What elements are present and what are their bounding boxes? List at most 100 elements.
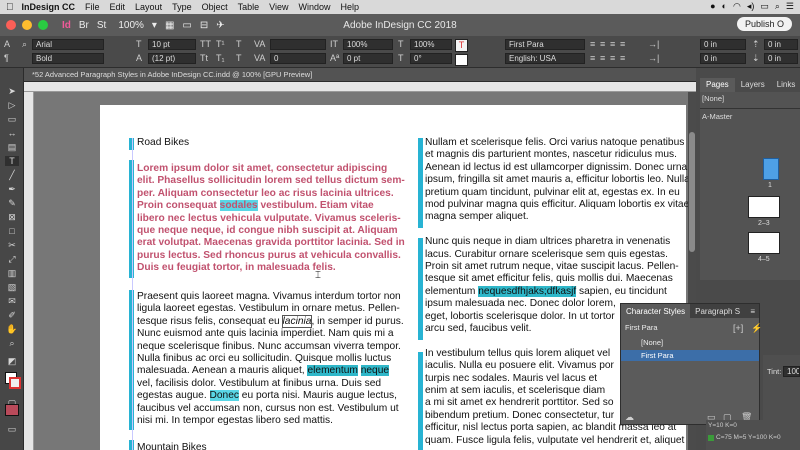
font-style-field[interactable]: Bold [32, 53, 104, 64]
document-tab[interactable]: *52 Advanced Paragraph Styles in Adobe I… [24, 68, 696, 82]
new-style-icon[interactable]: [+] [733, 323, 743, 333]
align-left-icon[interactable]: ≡ [590, 39, 595, 49]
align-spine-icon[interactable]: ≡ [620, 53, 625, 63]
scissors-tool-icon[interactable]: ✂ [5, 240, 19, 250]
skew-field[interactable]: 0° [410, 53, 452, 64]
style-first-para[interactable]: First Para [621, 350, 759, 361]
pen-tool-icon[interactable]: ✒ [5, 184, 19, 194]
gap-tool-icon[interactable]: ↔ [5, 128, 19, 138]
menu-edit[interactable]: Edit [110, 2, 126, 12]
menu-help[interactable]: Help [341, 2, 360, 12]
justify-left-icon[interactable]: ≡ [590, 53, 595, 63]
a-master[interactable]: A-Master [702, 112, 732, 121]
selection-tool-icon[interactable]: ➤ [5, 86, 19, 96]
battery-icon[interactable]: ▭ [760, 1, 769, 12]
line-tool-icon[interactable]: ╱ [5, 170, 19, 180]
clear-override-icon[interactable]: ⚡ [751, 323, 762, 333]
minimize-icon[interactable] [22, 20, 32, 30]
view-mode-icon[interactable]: ▭ [5, 424, 19, 434]
hand-tool-icon[interactable]: ✋ [5, 324, 19, 334]
panel-menu-icon[interactable]: ≡ [746, 304, 759, 318]
close-icon[interactable] [6, 20, 16, 30]
tint-field[interactable]: 100 [783, 366, 800, 377]
vertical-scale-field[interactable]: 100% [343, 39, 393, 50]
menu-layout[interactable]: Layout [135, 2, 162, 12]
spread-4-5-thumbnail[interactable] [748, 232, 780, 254]
note-tool-icon[interactable]: ✉ [5, 296, 19, 306]
swatch-yellow[interactable]: Y=10 K=0 [708, 422, 737, 429]
first-line-indent-field[interactable]: 0 in [700, 53, 746, 64]
menu-file[interactable]: File [85, 2, 100, 12]
screen-mode-icon[interactable]: ▭ [182, 20, 191, 31]
menu-window[interactable]: Window [298, 2, 330, 12]
menu-list-icon[interactable]: ☰ [786, 1, 794, 12]
direct-selection-tool-icon[interactable]: ▷ [5, 100, 19, 110]
small-caps-icon[interactable]: Tt [200, 53, 208, 63]
font-family-field[interactable]: Arial [32, 39, 104, 50]
justify-center-icon[interactable]: ≡ [600, 53, 605, 63]
menu-table[interactable]: Table [238, 2, 260, 12]
justify-all-icon[interactable]: ≡ [610, 53, 615, 63]
gpu-icon[interactable]: ✈ [216, 20, 224, 31]
pencil-tool-icon[interactable]: ✎ [5, 198, 19, 208]
text-fill-swatch[interactable]: T [455, 39, 468, 52]
page-tool-icon[interactable]: ▭ [5, 114, 19, 124]
all-caps-icon[interactable]: TT [200, 39, 211, 49]
tab-layers[interactable]: Layers [735, 78, 771, 92]
leading-field[interactable]: (12 pt) [148, 53, 196, 64]
paragraph-formatting-icon[interactable]: ¶ [4, 53, 9, 63]
paragraph-style-dropdown[interactable]: First Para [505, 39, 585, 50]
left-indent-field[interactable]: 0 in [700, 39, 746, 50]
justify-icon[interactable]: ≡ [620, 39, 625, 49]
swatch-green[interactable]: C=75 M=5 Y=100 K=0 [708, 434, 781, 441]
strikethrough-icon[interactable]: T [236, 53, 242, 63]
spread-2-3-thumbnail[interactable] [748, 196, 780, 218]
menu-view[interactable]: View [269, 2, 288, 12]
default-fill-stroke-icon[interactable]: ◩ [5, 356, 19, 366]
status-icon[interactable]: ◐ [722, 1, 727, 12]
tracking-field[interactable]: 0 [270, 53, 326, 64]
style-none[interactable]: [None] [621, 337, 759, 348]
apply-color-icon[interactable] [5, 404, 19, 416]
underline-icon[interactable]: T [236, 39, 242, 49]
menu-type[interactable]: Type [172, 2, 192, 12]
search-icon[interactable]: ⌕ [775, 1, 780, 12]
space-after-field[interactable]: 0 in [764, 53, 798, 64]
stock-icon[interactable]: St [97, 20, 106, 31]
eyedropper-tool-icon[interactable]: ✐ [5, 310, 19, 320]
stroke-swatch[interactable] [9, 377, 21, 389]
maximize-icon[interactable] [38, 20, 48, 30]
font-size-field[interactable]: 10 pt [148, 39, 196, 50]
rectangle-frame-tool-icon[interactable]: ⊠ [5, 212, 19, 222]
kerning-field[interactable] [270, 39, 326, 50]
align-center-icon[interactable]: ≡ [600, 39, 605, 49]
type-tool-icon[interactable]: T [5, 156, 19, 166]
language-dropdown[interactable]: English: USA [505, 53, 585, 64]
scrollbar-thumb[interactable] [689, 132, 695, 252]
tab-character-styles[interactable]: Character Styles [621, 304, 691, 318]
arrange-icon[interactable]: ⊟ [200, 20, 208, 31]
status-icon[interactable]: ● [710, 1, 715, 12]
vertical-ruler[interactable] [24, 92, 34, 450]
volume-icon[interactable]: ◂) [747, 1, 755, 12]
horizontal-scale-field[interactable]: 100% [410, 39, 452, 50]
character-formatting-icon[interactable]: A [4, 39, 10, 49]
align-right-icon[interactable]: ≡ [610, 39, 615, 49]
gradient-feather-tool-icon[interactable]: ▧ [5, 282, 19, 292]
bridge-icon[interactable]: Br [79, 20, 89, 31]
free-transform-tool-icon[interactable]: ⤢ [5, 254, 19, 264]
tab-links[interactable]: Links [771, 78, 800, 92]
menu-object[interactable]: Object [202, 2, 228, 12]
gradient-tool-icon[interactable]: ▥ [5, 268, 19, 278]
tab-paragraph-styles[interactable]: Paragraph S [690, 304, 745, 318]
page-1-thumbnail[interactable] [763, 158, 779, 180]
zoom-level[interactable]: 100% [118, 20, 144, 31]
publish-online-button[interactable]: Publish O [736, 17, 792, 31]
space-before-field[interactable]: 0 in [764, 39, 798, 50]
wifi-icon[interactable]: ◠ [733, 1, 741, 12]
zoom-tool-icon[interactable]: ⌕ [5, 338, 19, 348]
tab-pages[interactable]: Pages [700, 78, 735, 92]
baseline-shift-field[interactable]: 0 pt [343, 53, 393, 64]
subscript-icon[interactable]: T₁ [216, 53, 225, 63]
library-icon[interactable]: ☁ [625, 412, 634, 422]
